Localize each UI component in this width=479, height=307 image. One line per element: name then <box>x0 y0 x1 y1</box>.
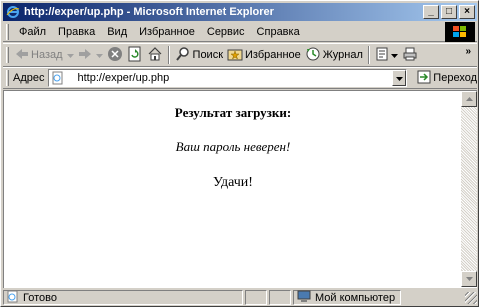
menu-edit[interactable]: Правка <box>52 23 101 41</box>
address-field[interactable] <box>48 69 408 87</box>
caption-buttons: _ □ × <box>423 5 475 19</box>
history-button[interactable]: Журнал <box>303 44 365 66</box>
dropdown-arrow-icon <box>95 49 103 61</box>
standard-toolbar: Назад Поиск Избранное Журнал » <box>3 43 477 67</box>
page-viewport: Результат загрузки: Ваш пароль неверен! … <box>3 90 477 288</box>
dropdown-arrow-icon <box>395 74 403 83</box>
back-arrow-icon <box>15 48 29 63</box>
mail-icon <box>375 46 391 65</box>
page-body: Результат загрузки: Ваш пароль неверен! … <box>4 91 462 287</box>
menu-favorites[interactable]: Избранное <box>133 23 201 41</box>
favorites-button[interactable]: Избранное <box>225 44 303 66</box>
favorites-label: Избранное <box>245 49 301 61</box>
scroll-down-button[interactable] <box>461 271 477 287</box>
window-title: http://exper/up.php - Microsoft Internet… <box>24 6 274 18</box>
history-icon <box>305 46 321 65</box>
toolbar-separator <box>367 46 370 64</box>
address-label: Адрес <box>12 72 45 84</box>
stop-icon <box>107 46 123 65</box>
status-pane-security <box>269 290 291 305</box>
address-grip[interactable] <box>6 70 9 86</box>
scroll-up-button[interactable] <box>461 91 477 107</box>
status-bar: Готово Мой компьютер <box>3 289 477 306</box>
address-bar: Адрес Переход <box>3 67 477 89</box>
upload-result-heading: Результат загрузки: <box>174 105 292 120</box>
menu-bar: Файл Правка Вид Избранное Сервис Справка <box>3 22 477 42</box>
stop-button[interactable] <box>105 44 125 66</box>
history-label: Журнал <box>322 49 363 61</box>
toolbar-more-chevron[interactable]: » <box>465 46 471 57</box>
windows-flag-icon <box>453 26 466 37</box>
minimize-button[interactable]: _ <box>423 5 439 19</box>
back-dropdown[interactable] <box>65 44 76 66</box>
page-done-icon <box>4 290 20 306</box>
home-button[interactable] <box>145 44 165 66</box>
mail-button[interactable] <box>373 44 400 66</box>
menu-tools[interactable]: Сервис <box>201 23 251 41</box>
address-dropdown-button[interactable] <box>392 70 407 86</box>
back-button[interactable]: Назад <box>13 44 65 66</box>
page-icon <box>51 71 67 85</box>
refresh-icon <box>127 46 143 65</box>
good-luck-text: Удачи! <box>213 175 253 190</box>
go-label: Переход <box>433 72 477 84</box>
wrong-password-message: Ваш пароль неверен! <box>175 139 291 154</box>
refresh-button[interactable] <box>125 44 145 66</box>
computer-icon <box>294 290 312 306</box>
menu-help[interactable]: Справка <box>251 23 306 41</box>
maximize-icon: □ <box>445 6 453 17</box>
security-zone-text: Мой компьютер <box>315 291 396 304</box>
forward-button[interactable] <box>76 44 94 66</box>
favorites-icon <box>227 46 243 65</box>
forward-arrow-icon <box>78 48 92 63</box>
printer-icon <box>402 46 418 65</box>
close-icon: × <box>464 6 470 17</box>
menu-view[interactable]: Вид <box>101 23 133 41</box>
ie-window: http://exper/up.php - Microsoft Internet… <box>0 0 479 307</box>
forward-dropdown[interactable] <box>94 44 105 66</box>
back-label: Назад <box>31 49 63 61</box>
search-label: Поиск <box>192 49 224 61</box>
url-input[interactable] <box>77 72 398 84</box>
minimize-icon: _ <box>428 6 434 17</box>
menu-grip[interactable] <box>6 23 9 40</box>
toolbar-separator <box>167 46 170 64</box>
scroll-up-arrow-icon <box>465 96 473 103</box>
print-button[interactable] <box>400 44 420 66</box>
status-main-pane: Готово <box>3 290 243 305</box>
status-text: Готово <box>23 291 57 304</box>
search-button[interactable]: Поиск <box>173 44 225 66</box>
search-icon <box>175 46 191 65</box>
toolbar-grip[interactable] <box>6 47 9 63</box>
dropdown-arrow-icon <box>390 49 398 61</box>
go-button[interactable]: Переход <box>417 70 477 87</box>
scroll-down-arrow-icon <box>465 276 473 283</box>
ie-logo-icon <box>5 4 21 20</box>
home-icon <box>147 46 163 65</box>
title-bar[interactable]: http://exper/up.php - Microsoft Internet… <box>3 3 477 21</box>
maximize-button[interactable]: □ <box>441 5 457 19</box>
resize-grip[interactable] <box>465 291 477 304</box>
go-arrow-icon <box>417 70 431 87</box>
windows-logo-throbber <box>445 22 475 42</box>
close-button[interactable]: × <box>459 5 475 19</box>
vertical-scrollbar[interactable] <box>461 91 477 287</box>
status-zone-pane: Мой компьютер <box>293 290 401 305</box>
status-pane-progress <box>245 290 267 305</box>
menu-file[interactable]: Файл <box>13 23 52 41</box>
dropdown-arrow-icon <box>66 49 74 61</box>
